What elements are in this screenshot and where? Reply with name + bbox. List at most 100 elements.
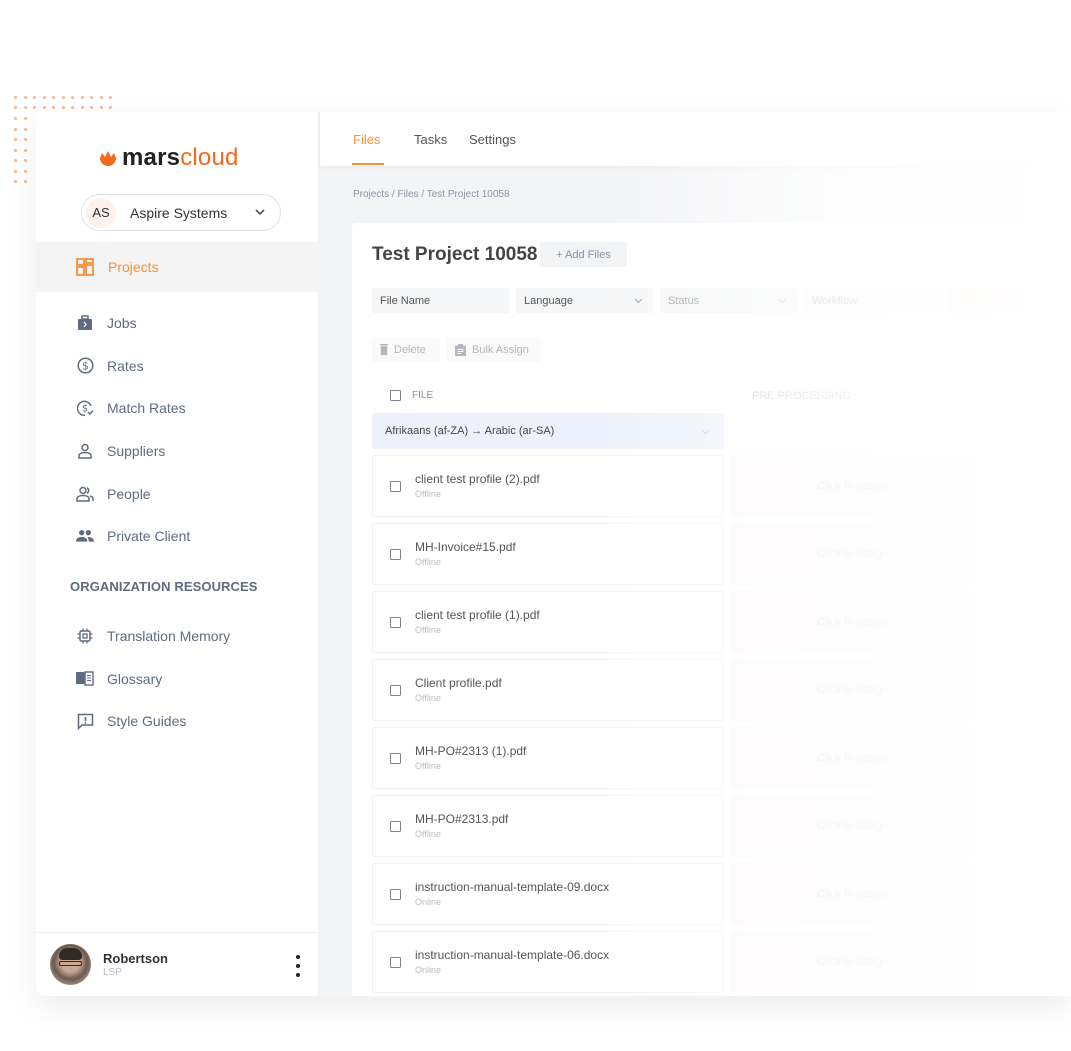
row-checkbox[interactable] [390,685,401,696]
clipboard-icon [455,343,466,356]
flame-icon [100,151,116,166]
dot [14,180,17,183]
sidebar-item-private-client[interactable]: Private Client [36,515,319,558]
click-to-assign-button[interactable]: Click to assign [730,931,975,993]
file-cell[interactable]: MH-Invoice#15.pdf Offline [372,523,724,585]
user-profile[interactable]: Robertson LSP [36,932,319,996]
dot [14,159,17,162]
file-status: Online [415,965,442,975]
workflow-select[interactable]: Workflow [804,288,941,313]
row-checkbox[interactable] [390,957,401,968]
dot [71,106,74,109]
delete-button[interactable]: Delete [372,337,440,362]
select-all-checkbox[interactable] [390,390,401,401]
row-checkbox[interactable] [390,889,401,900]
file-status: Offline [415,761,441,771]
dot [71,96,74,99]
logo[interactable]: mars cloud [98,144,239,172]
svg-text:$: $ [81,403,87,414]
workflow-select-value: Workflow [812,294,858,307]
active-tab-indicator [352,163,384,165]
language-pair-label: Afrikaans (af-ZA) → Arabic (ar-SA) [385,425,555,437]
dot [14,106,17,109]
dot [99,96,103,99]
click-to-assign-button[interactable]: Click to assign [730,659,975,721]
dot [24,169,27,173]
organization-selector[interactable]: AS Aspire Systems [81,194,281,231]
file-name: client test profile (2).pdf [415,472,540,486]
sidebar-item-label: Match Rates [107,400,186,417]
sidebar-item-rates[interactable]: $ Rates [36,345,319,388]
sidebar-item-suppliers[interactable]: Suppliers [36,430,319,473]
click-to-assign-button[interactable]: Click to assign [730,455,975,517]
tab-files[interactable]: Files [353,132,380,147]
sidebar-item-projects[interactable]: Projects [36,242,319,292]
sidebar-item-label: Private Client [107,528,191,545]
user-role: LSP [103,967,122,978]
add-files-button[interactable]: + Add Files [540,242,627,267]
bulk-assign-button[interactable]: Bulk Assign [447,337,541,362]
row-checkbox[interactable] [390,821,401,832]
sidebar-item-jobs[interactable]: Jobs [36,302,319,345]
file-cell[interactable]: client test profile (1).pdf Offline [372,591,724,653]
dot [33,96,36,99]
dot [109,106,112,109]
search-button[interactable]: Search [949,288,1019,313]
file-name: instruction-manual-template-09.docx [415,880,610,894]
tab-tasks[interactable]: Tasks [414,132,447,147]
table-header: FILE PRE PROCESSING [372,388,1071,404]
click-to-assign-button[interactable]: Click to assign [730,727,975,789]
sidebar-item-style-guides[interactable]: Style Guides [36,700,319,743]
chevron-down-icon [778,298,787,304]
click-to-assign-button[interactable]: Click to assign [730,591,975,653]
file-cell[interactable]: MH-PO#2313.pdf Offline [372,795,724,857]
file-name-input[interactable]: File Name [372,288,509,313]
file-cell[interactable]: MH-PO#2313 (1).pdf Offline [372,727,724,789]
sidebar-item-label: Style Guides [107,713,187,730]
bulk-assign-label: Bulk Assign [472,343,529,356]
delete-label: Delete [394,343,426,356]
status-select[interactable]: Status [660,288,797,313]
app-window: mars cloud AS Aspire Systems Projects Job… [36,112,1071,996]
sidebar-item-translation-memory[interactable]: Translation Memory [36,615,319,658]
click-to-assign-button[interactable]: Click to assign [730,795,975,857]
more-options-icon[interactable] [295,955,301,977]
status-select-value: Status [668,294,700,307]
file-status: Offline [415,693,441,703]
sidebar-item-glossary[interactable]: Glossary [36,658,319,701]
language-select[interactable]: Language [516,288,653,313]
table-row: MH-PO#2313.pdf Offline Click to assign [372,795,1012,863]
click-to-assign-button[interactable]: Click to assign [730,523,975,585]
row-checkbox[interactable] [390,753,401,764]
file-cell[interactable]: client test profile (2).pdf Offline [372,455,724,517]
people-icon [76,485,94,503]
tab-settings[interactable]: Settings [469,132,516,147]
table-row: MH-Invoice#15.pdf Offline Click to assign [372,523,1012,591]
sidebar-item-people[interactable]: People [36,472,319,515]
sidebar-item-label: Glossary [107,670,163,687]
row-checkbox[interactable] [390,549,401,560]
file-cell[interactable]: instruction-manual-template-09.docx Onlin… [372,863,724,925]
dot [14,117,17,120]
dot [14,148,17,152]
row-checkbox[interactable] [390,481,401,492]
file-name: MH-Invoice#15.pdf [415,540,516,554]
sidebar-item-label: Translation Memory [107,628,231,645]
book-icon [76,670,94,688]
sidebar-item-match-rates[interactable]: $ Match Rates [36,387,319,430]
breadcrumb[interactable]: Projects / Files / Test Project 10058 [353,189,510,200]
dot [24,180,27,183]
tab-bar: Files Tasks Settings [320,112,1071,166]
file-cell[interactable]: instruction-manual-template-06.docx Onlin… [372,931,724,993]
file-cell[interactable]: Client profile.pdf Offline [372,659,724,721]
dot [24,117,27,120]
click-to-assign-button[interactable]: Click to assign [730,863,975,925]
chevron-down-icon [634,298,643,304]
row-checkbox[interactable] [390,617,401,628]
file-list: client test profile (2).pdf Offline Click … [372,455,1012,996]
table-row: MH-PO#2313 (1).pdf Offline Click to assign [372,727,1012,795]
file-status: Offline [415,829,441,839]
logo-text-mars: mars [122,144,181,171]
language-pair-group[interactable]: Afrikaans (af-ZA) → Arabic (ar-SA) [372,413,724,449]
dot [33,106,36,109]
